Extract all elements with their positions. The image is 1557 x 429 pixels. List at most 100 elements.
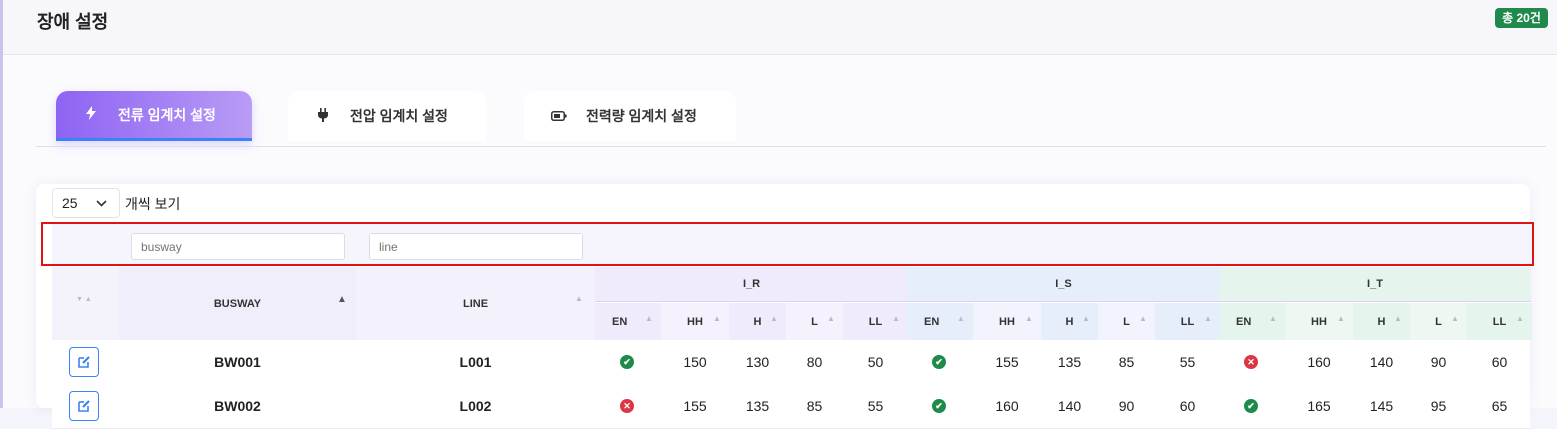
value-i_t-h: 140 bbox=[1369, 354, 1394, 370]
edit-button[interactable] bbox=[69, 391, 99, 421]
line-cell: L001 bbox=[459, 354, 492, 370]
value-i_s-h: 135 bbox=[1057, 354, 1082, 370]
line-header-label: LINE bbox=[462, 297, 489, 310]
battery-icon bbox=[550, 108, 568, 124]
value-i_s-hh: 155 bbox=[995, 354, 1019, 370]
sort-icon[interactable]: ▲ bbox=[1394, 314, 1402, 323]
page-size-select[interactable]: 25 bbox=[52, 188, 120, 218]
value-i_r-l: 80 bbox=[806, 354, 823, 370]
page-title: 장애 설정 bbox=[37, 12, 109, 32]
group-header-label: I_R bbox=[742, 278, 761, 290]
tab-power-threshold[interactable]: 전력량 임계치 설정 bbox=[524, 91, 736, 141]
tab-voltage-threshold[interactable]: 전압 임계치 설정 bbox=[288, 91, 486, 141]
enabled-check-icon: ✔ bbox=[907, 340, 971, 384]
subheader-label: EN bbox=[612, 315, 628, 328]
value-i_s-l: 85 bbox=[1118, 354, 1135, 370]
total-count-badge: 총 20건 bbox=[1495, 8, 1548, 28]
enabled-check-icon: ✔ bbox=[595, 340, 659, 384]
value-i_r-l: 85 bbox=[806, 398, 823, 414]
tab-label: 전류 임계치 설정 bbox=[118, 106, 216, 123]
value-i_t-h: 145 bbox=[1369, 398, 1394, 414]
subheader-label: H bbox=[753, 315, 762, 328]
value-i_r-h: 130 bbox=[745, 354, 770, 370]
sort-icon[interactable]: ▲ bbox=[892, 314, 900, 323]
check-circle-icon: ✔ bbox=[932, 399, 946, 413]
enabled-check-icon: ✔ bbox=[1219, 384, 1283, 428]
edit-button[interactable] bbox=[69, 347, 99, 377]
value-i_t-hh: 165 bbox=[1307, 398, 1331, 414]
value-i_r-hh: 155 bbox=[683, 398, 707, 414]
value-i_r-h: 135 bbox=[745, 398, 770, 414]
check-circle-icon: ✔ bbox=[620, 355, 634, 369]
value-i_r-ll: 50 bbox=[867, 354, 884, 370]
sort-icon[interactable]: ▲ bbox=[827, 314, 835, 323]
sort-icon[interactable]: ▲ bbox=[575, 294, 583, 303]
highlight-box bbox=[41, 222, 1534, 266]
sort-icon[interactable]: ▲ bbox=[957, 314, 965, 323]
subheader-label: L bbox=[1435, 315, 1442, 328]
busway-cell: BW001 bbox=[214, 354, 261, 370]
sort-icon[interactable]: ▲ bbox=[713, 314, 721, 323]
subheader-label: HH bbox=[1311, 315, 1327, 328]
subheader-label: EN bbox=[924, 315, 940, 328]
plug-icon bbox=[314, 107, 332, 125]
group-header-i_s: I_S bbox=[907, 267, 1220, 302]
sort-icon[interactable]: ▲ bbox=[1337, 314, 1345, 323]
group-header-label: I_T bbox=[1367, 278, 1383, 290]
edit-icon bbox=[78, 356, 90, 368]
subheader-label: EN bbox=[1236, 315, 1252, 328]
value-i_t-l: 95 bbox=[1430, 398, 1447, 414]
sort-icon[interactable]: ▲ bbox=[645, 314, 653, 323]
page-header: 장애 설정 총 20건 bbox=[3, 0, 1557, 55]
tab-label: 전압 임계치 설정 bbox=[350, 108, 448, 124]
sort-icon[interactable]: ▲ bbox=[1139, 314, 1147, 323]
subheader-label: LL bbox=[1492, 315, 1507, 328]
sort-icon[interactable]: ▲ bbox=[1082, 314, 1090, 323]
enabled-check-icon: ✔ bbox=[907, 384, 971, 428]
value-i_t-hh: 160 bbox=[1307, 354, 1331, 370]
value-i_s-ll: 55 bbox=[1179, 354, 1196, 370]
tab-current-threshold[interactable]: 전류 임계치 설정 bbox=[56, 91, 252, 141]
sort-icon[interactable]: ▲ bbox=[1451, 314, 1459, 323]
busway-cell: BW002 bbox=[214, 398, 261, 414]
disabled-x-icon: ✕ bbox=[595, 384, 659, 428]
page-size-value: 25 bbox=[62, 195, 78, 211]
chevron-down-icon bbox=[96, 189, 107, 217]
value-i_t-l: 90 bbox=[1430, 354, 1447, 370]
group-header-label: I_S bbox=[1055, 278, 1072, 290]
group-header-i_r: I_R bbox=[595, 267, 908, 302]
lightning-icon bbox=[82, 106, 100, 123]
sort-icon[interactable]: ▼ ▲ bbox=[76, 296, 92, 303]
value-i_t-ll: 60 bbox=[1491, 354, 1508, 370]
tab-label: 전력량 임계치 설정 bbox=[586, 108, 697, 124]
subheader-label: HH bbox=[687, 315, 703, 328]
tab-underline bbox=[36, 146, 1546, 147]
line-column-header[interactable]: LINE bbox=[356, 267, 595, 340]
group-header-i_t: I_T bbox=[1219, 267, 1531, 302]
value-i_s-l: 90 bbox=[1118, 398, 1135, 414]
x-circle-icon: ✕ bbox=[620, 399, 634, 413]
subheader-label: L bbox=[811, 315, 818, 328]
sort-asc-icon[interactable]: ▲ bbox=[337, 294, 347, 305]
page-size-label: 개씩 보기 bbox=[125, 196, 181, 212]
value-i_s-ll: 60 bbox=[1179, 398, 1196, 414]
busway-header-label: BUSWAY bbox=[213, 297, 262, 310]
sort-icon[interactable]: ▲ bbox=[1025, 314, 1033, 323]
value-i_r-hh: 150 bbox=[683, 354, 707, 370]
subheader-label: LL bbox=[1180, 315, 1195, 328]
subheader-label: HH bbox=[999, 315, 1015, 328]
sort-icon[interactable]: ▲ bbox=[1269, 314, 1277, 323]
value-i_t-ll: 65 bbox=[1491, 398, 1508, 414]
subheader-label: H bbox=[1377, 315, 1386, 328]
edit-icon bbox=[78, 400, 90, 412]
check-circle-icon: ✔ bbox=[932, 355, 946, 369]
sort-icon[interactable]: ▲ bbox=[770, 314, 778, 323]
check-circle-icon: ✔ bbox=[1244, 399, 1258, 413]
sort-icon[interactable]: ▲ bbox=[1204, 314, 1212, 323]
x-circle-icon: ✕ bbox=[1244, 355, 1258, 369]
busway-column-header[interactable]: BUSWAY bbox=[119, 267, 356, 340]
sort-icon[interactable]: ▲ bbox=[1516, 314, 1524, 323]
subheader-label: H bbox=[1065, 315, 1074, 328]
disabled-x-icon: ✕ bbox=[1219, 340, 1283, 384]
line-cell: L002 bbox=[459, 398, 492, 414]
